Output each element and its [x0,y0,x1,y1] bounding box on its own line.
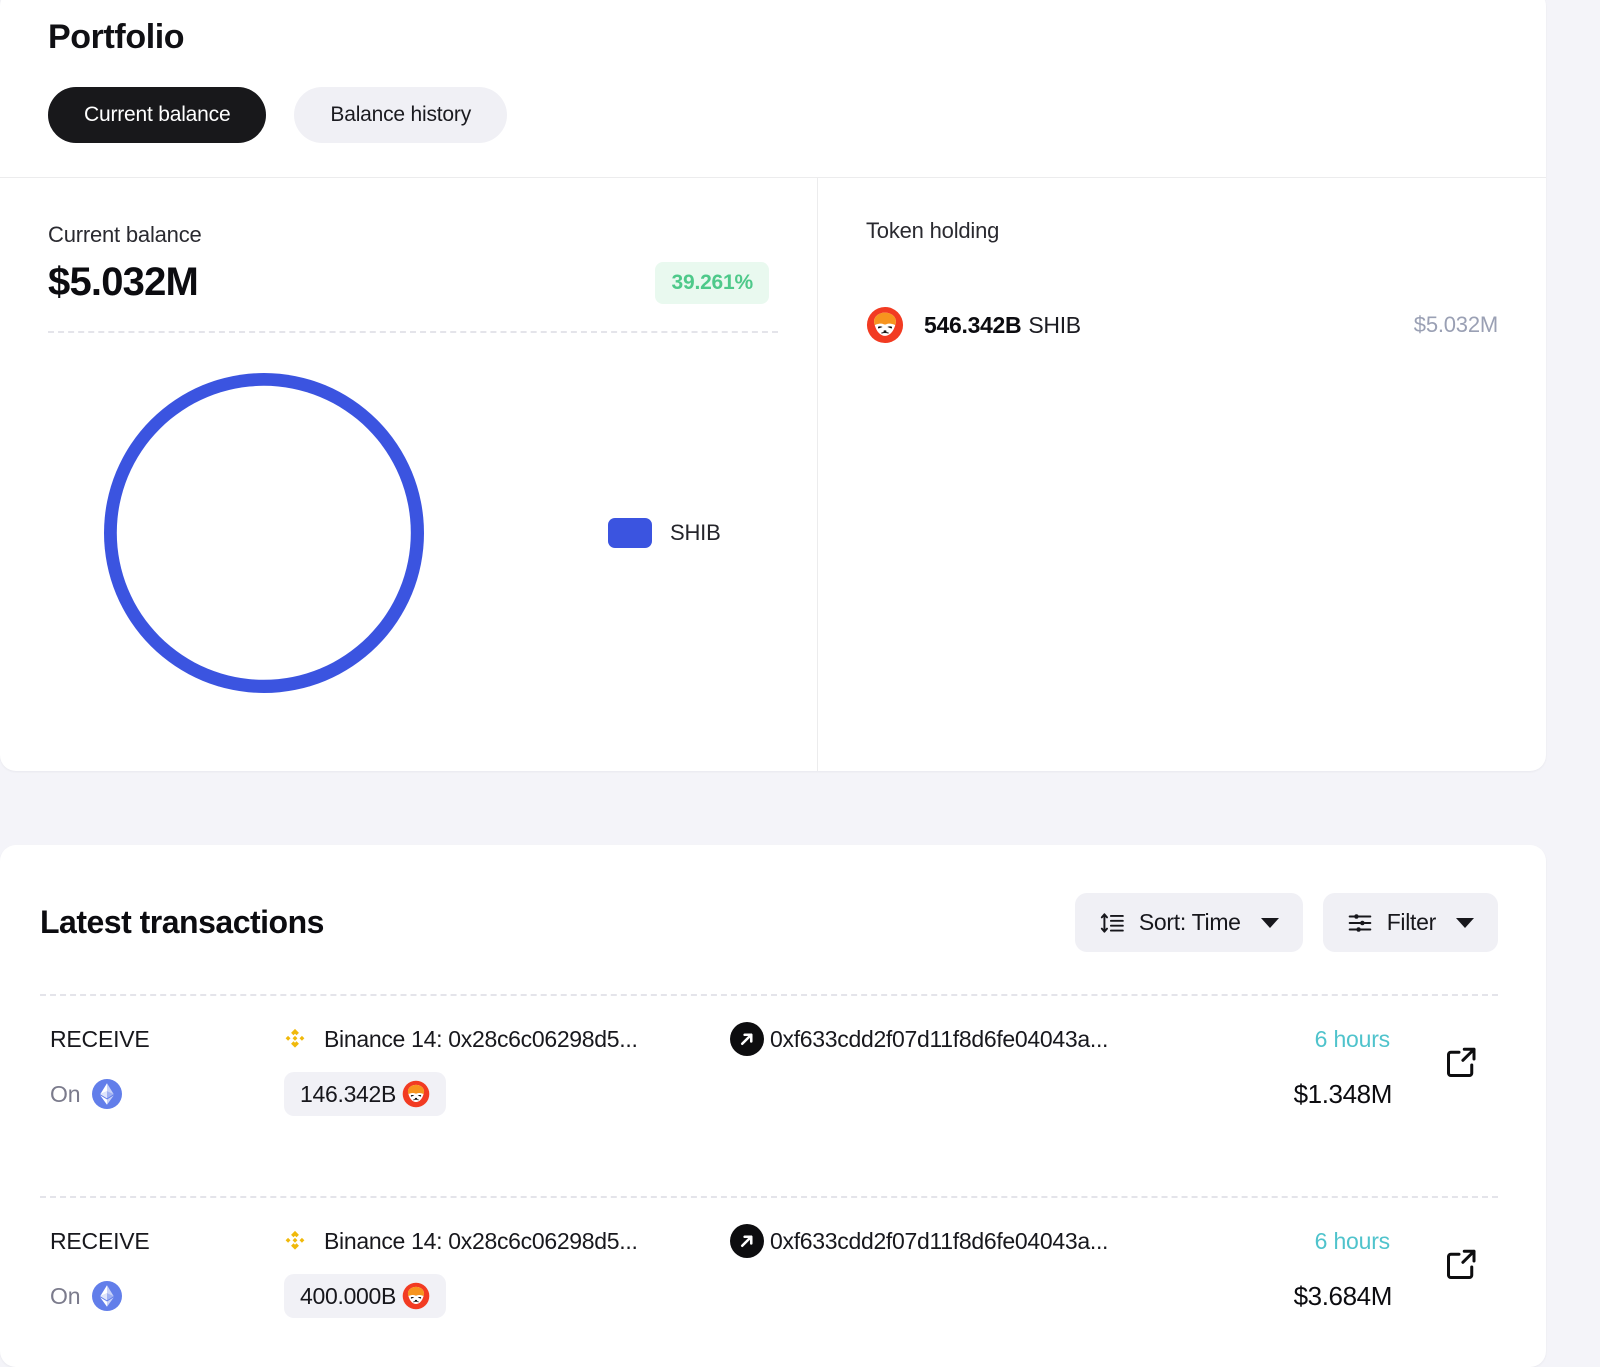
transaction-type: RECEIVE [50,1227,150,1254]
transaction-usd-value: $1.348M [1293,1078,1393,1109]
transaction-row-secondary: On 146.342B $1.348M [50,1072,1498,1116]
transaction-from-label: Binance 14: 0x28c6c06298d5... [324,1227,638,1254]
portfolio-body: Current balance $5.032M 39.261% SHIB Tok… [0,178,1546,771]
shib-icon [402,1282,430,1310]
chevron-down-icon [1260,917,1279,928]
filter-icon [1347,910,1373,936]
transaction-type: RECEIVE [50,1025,150,1052]
external-link-icon[interactable] [1444,1246,1480,1282]
ethereum-icon [92,1079,122,1109]
legend-label-shib: SHIB [670,520,721,545]
transaction-to[interactable]: 0xf633cdd2f07d11f8d6fe04043a... [770,1026,1108,1053]
ethereum-icon [92,1281,122,1311]
transaction-from[interactable]: Binance 14: 0x28c6c06298d5... [280,1226,730,1256]
transaction-row-primary: RECEIVE Binance 14: 0x28c6c06298d5... 0x… [50,1224,1498,1258]
arrow-up-right-circle-icon [730,1224,764,1258]
binance-icon [280,1226,310,1256]
tab-balance-history[interactable]: Balance history [294,87,507,143]
shib-icon [866,306,904,344]
page-title: Portfolio [48,18,185,56]
balance-change-badge: 39.261% [655,261,769,304]
transaction-on-label: On [50,1080,81,1107]
transaction-from-label: Binance 14: 0x28c6c06298d5... [324,1025,638,1052]
current-balance-panel: Current balance $5.032M 39.261% SHIB [0,178,818,771]
transactions-header: Latest transactions Sort: Time Filter [40,893,1498,952]
chart-legend: SHIB [608,518,721,548]
balance-tabs: Current balance Balance history [48,87,1546,177]
filter-button[interactable]: Filter [1322,893,1498,952]
filter-label: Filter [1386,909,1437,935]
transaction-usd-value: $3.684M [1293,1280,1393,1311]
allocation-donut-chart: SHIB [48,373,773,733]
token-holding-row[interactable]: 546.342B SHIB $5.032M [866,306,1498,344]
portfolio-header: Portfolio Current balance Balance histor… [0,0,1546,177]
transaction-on-label: On [50,1282,81,1309]
arrow-up-right-circle-icon [730,1022,764,1056]
balance-row: $5.032M 39.261% [48,260,773,305]
table-row[interactable]: RECEIVE Binance 14: 0x28c6c06298d5... 0x… [40,1198,1498,1356]
legend-swatch-shib [608,518,652,548]
transaction-amount-chip: 400.000B [284,1274,447,1318]
token-amount: 546.342B [924,311,1022,338]
sort-icon [1099,910,1125,936]
transaction-to-label: 0xf633cdd2f07d11f8d6fe04043a... [770,1025,1109,1052]
token-symbol: SHIB [1028,311,1081,338]
token-value: $5.032M [1413,312,1498,337]
transaction-chain: On [50,1079,280,1109]
portfolio-page: Portfolio Current balance Balance histor… [0,0,1600,1367]
balance-amount: $5.032M [48,260,199,304]
shib-icon [402,1080,430,1108]
transaction-amount: 400.000B [300,1282,397,1309]
external-link-icon[interactable] [1444,1044,1480,1080]
transaction-amount-chip: 146.342B [284,1072,447,1116]
sort-label: Sort: Time [1138,909,1241,935]
token-holding-panel: Token holding 546.342B SHIB $5.032M [818,178,1546,771]
transactions-title: Latest transactions [40,904,324,940]
transactions-controls: Sort: Time Filter [1074,893,1498,952]
portfolio-card: Portfolio Current balance Balance histor… [0,0,1546,771]
latest-transactions-card: Latest transactions Sort: Time Filter RE… [0,845,1546,1367]
chevron-down-icon [1456,917,1474,928]
binance-icon [280,1024,310,1054]
balance-divider [48,331,778,333]
token-holding-label: Token holding [866,218,1000,243]
donut-ring [104,373,424,693]
sort-button[interactable]: Sort: Time [1074,893,1303,952]
table-row[interactable]: RECEIVE Binance 14: 0x28c6c06298d5... 0x… [40,996,1498,1154]
transaction-to-label: 0xf633cdd2f07d11f8d6fe04043a... [770,1227,1109,1254]
transaction-to[interactable]: 0xf633cdd2f07d11f8d6fe04043a... [770,1228,1108,1255]
transaction-chain: On [50,1281,280,1311]
tab-current-balance[interactable]: Current balance [48,87,267,143]
transaction-from[interactable]: Binance 14: 0x28c6c06298d5... [280,1024,730,1054]
transaction-row-primary: RECEIVE Binance 14: 0x28c6c06298d5... 0x… [50,1022,1498,1056]
transaction-amount: 146.342B [300,1080,397,1107]
current-balance-label: Current balance [48,222,202,247]
donut-hole [116,385,412,681]
transaction-row-secondary: On 400.000B $3.684M [50,1274,1498,1318]
